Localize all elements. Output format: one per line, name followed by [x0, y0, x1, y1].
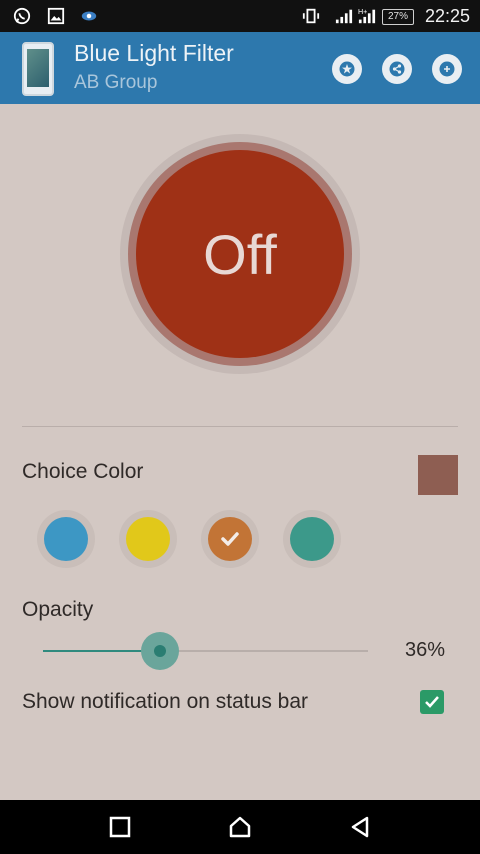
opacity-label: Opacity: [22, 598, 94, 621]
hplus-signal-icon: H+: [358, 7, 376, 24]
recents-button[interactable]: [106, 813, 134, 841]
swatch-circle: [208, 517, 252, 561]
opacity-value: 36%: [404, 639, 445, 661]
status-bar: H+ 27% 22:25: [0, 0, 480, 32]
checkmark-icon: [221, 532, 239, 546]
gallery-icon: [47, 7, 65, 25]
opacity-slider-thumb[interactable]: [141, 632, 179, 670]
navigation-bar: [0, 800, 480, 854]
color-swatch-orange[interactable]: [201, 510, 259, 568]
power-state-label: Off: [203, 222, 277, 286]
color-swatch-teal[interactable]: [283, 510, 341, 568]
swatch-circle: [126, 517, 170, 561]
vibrate-icon: [302, 8, 320, 24]
more-apps-button[interactable]: [432, 54, 462, 84]
whatsapp-icon: [13, 7, 31, 25]
share-button[interactable]: [382, 54, 412, 84]
clock: 22:25: [424, 6, 470, 26]
svg-text:H+: H+: [358, 7, 367, 16]
eye-icon: [81, 11, 97, 21]
plus-icon: [439, 61, 455, 77]
power-toggle-button[interactable]: Off: [136, 150, 344, 358]
app-subtitle: AB Group: [74, 72, 158, 93]
rate-button[interactable]: [332, 54, 362, 84]
swatch-circle: [290, 517, 334, 561]
battery-icon: 27%: [382, 9, 414, 25]
star-icon: [339, 61, 355, 77]
choice-color-label: Choice Color: [22, 460, 144, 483]
app-title: Blue Light Filter: [74, 40, 234, 66]
checkmark-icon: [425, 696, 439, 708]
color-swatch-yellow[interactable]: [119, 510, 177, 568]
swatch-circle: [44, 517, 88, 561]
recents-icon: [109, 816, 131, 838]
signal-icon: [335, 9, 353, 24]
divider: [22, 426, 458, 427]
app-logo: [22, 42, 54, 96]
back-button[interactable]: [346, 813, 374, 841]
home-button[interactable]: [226, 813, 254, 841]
selected-color-preview: [418, 455, 458, 495]
notification-label: Show notification on status bar: [22, 690, 309, 713]
color-swatch-blue[interactable]: [37, 510, 95, 568]
notification-checkbox[interactable]: [420, 690, 444, 714]
opacity-slider[interactable]: [43, 632, 368, 670]
home-icon: [229, 816, 251, 838]
app-bar: Blue Light Filter AB Group: [0, 32, 480, 104]
back-icon: [351, 816, 369, 838]
share-icon: [389, 61, 405, 77]
